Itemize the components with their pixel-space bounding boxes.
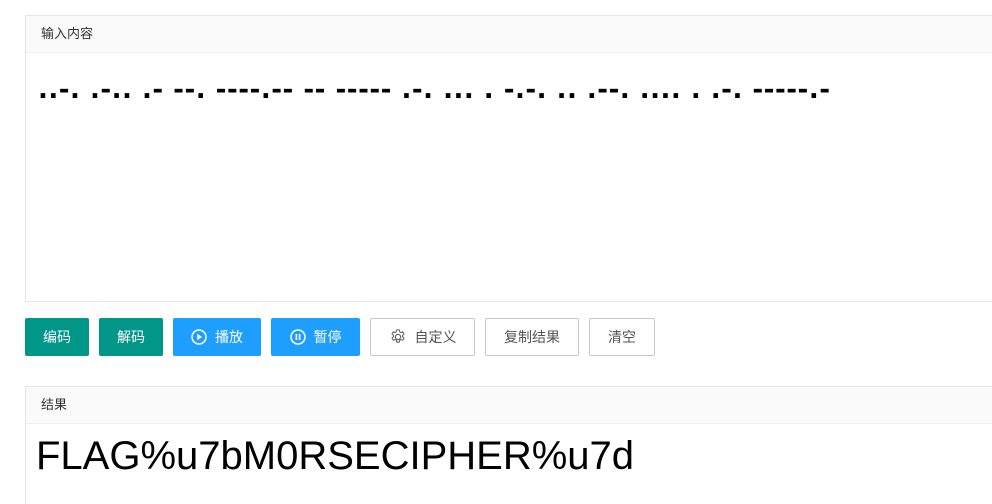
pause-circle-icon (289, 329, 306, 345)
play-circle-icon (191, 329, 207, 345)
result-panel-title: 结果 (26, 387, 992, 424)
custom-button-label: 自定义 (414, 330, 457, 346)
input-panel: 输入内容 ..-. .-.. .- --. ----.-- -- ----- .… (25, 15, 992, 302)
input-panel-title: 输入内容 (26, 16, 992, 53)
pause-button[interactable]: 暂停 (271, 318, 360, 356)
gear-icon (390, 329, 405, 343)
encode-button[interactable]: 编码 (25, 318, 89, 356)
morse-page: 输入内容 ..-. .-.. .- --. ----.-- -- ----- .… (0, 0, 992, 504)
clear-button[interactable]: 清空 (589, 318, 655, 356)
decode-button[interactable]: 解码 (99, 318, 163, 356)
custom-button[interactable]: 自定义 (370, 318, 475, 356)
encode-button-label: 编码 (43, 330, 71, 346)
morse-input[interactable]: ..-. .-.. .- --. ----.-- -- ----- .-. ..… (26, 53, 992, 293)
copy-result-button-label: 复制结果 (504, 330, 560, 346)
play-button[interactable]: 播放 (173, 318, 261, 356)
play-button-label: 播放 (215, 330, 243, 346)
clear-button-label: 清空 (608, 330, 636, 346)
result-output[interactable]: FLAG%u7bM0RSECIPHER%u7d (26, 424, 992, 479)
pause-button-label: 暂停 (313, 330, 342, 346)
result-panel: 结果 FLAG%u7bM0RSECIPHER%u7d (25, 386, 992, 504)
copy-result-button[interactable]: 复制结果 (485, 318, 579, 356)
decode-button-label: 解码 (117, 330, 145, 346)
